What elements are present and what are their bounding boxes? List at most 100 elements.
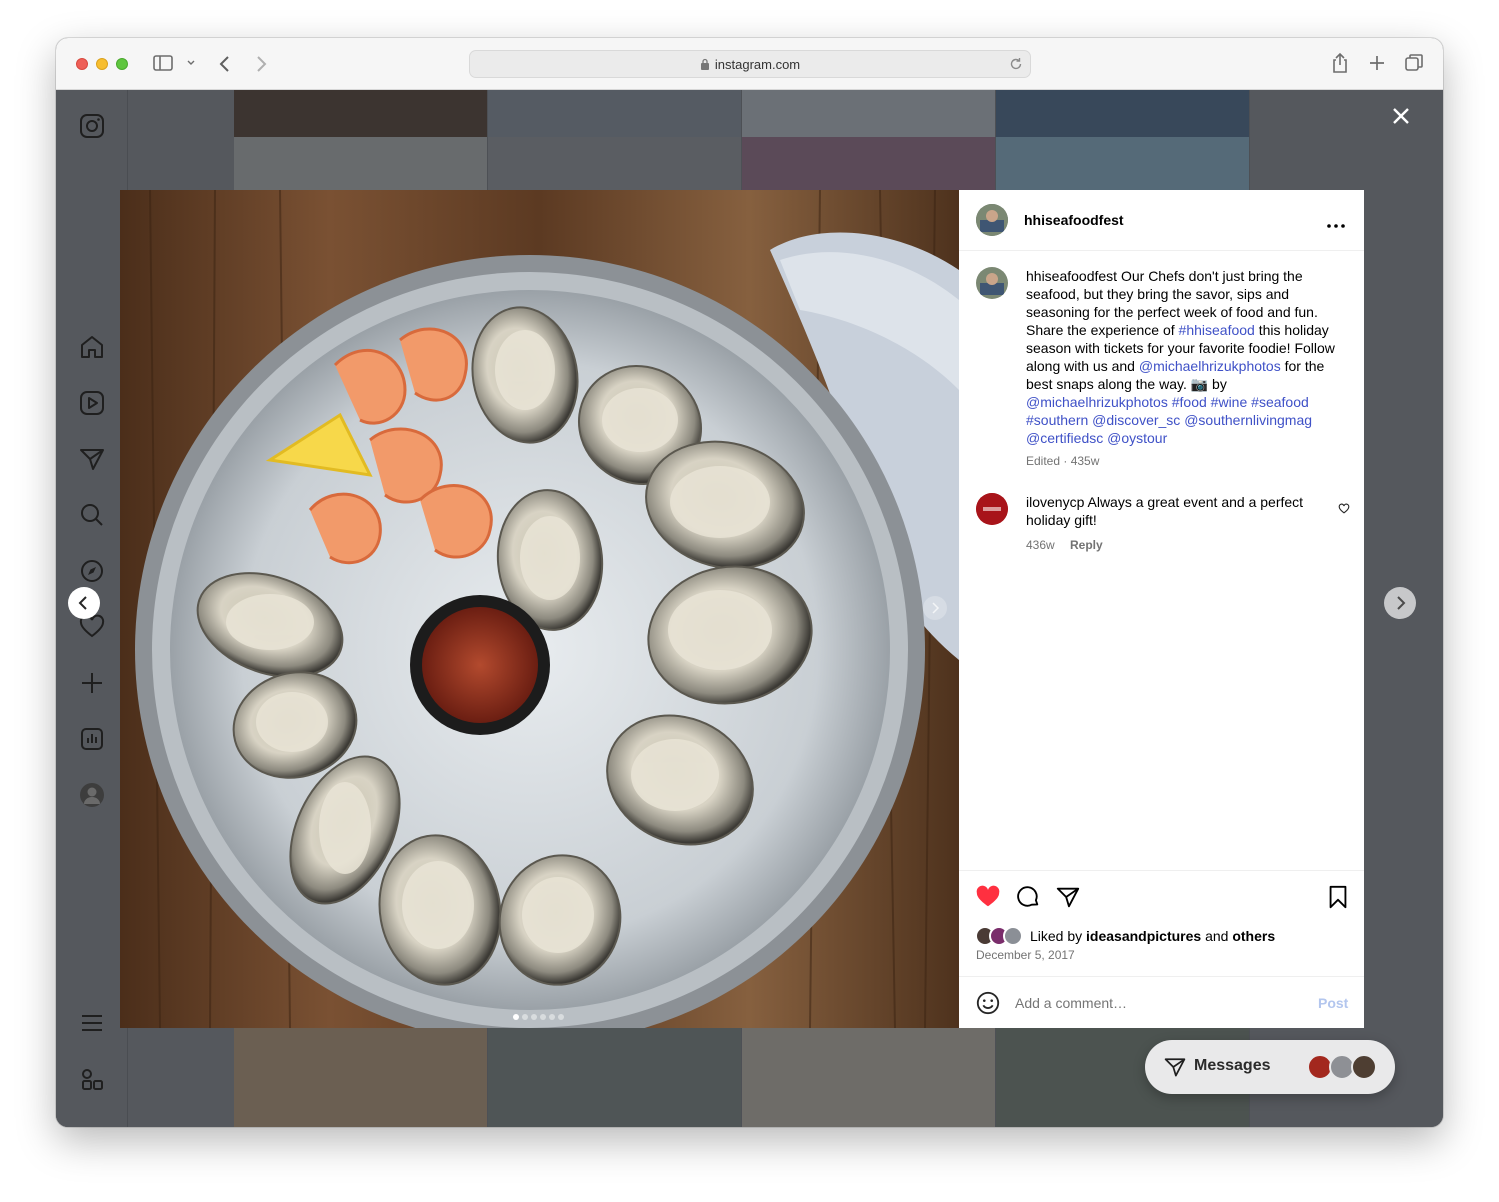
address-bar[interactable]: instagram.com — [469, 50, 1031, 78]
author-avatar[interactable] — [976, 204, 1008, 236]
caption-meta: Edited · 435w — [1026, 454, 1100, 468]
post-image[interactable] — [120, 190, 959, 1028]
post-comment-button[interactable]: Post — [1318, 995, 1348, 1011]
menu-icon[interactable] — [78, 1009, 106, 1037]
sidebar-toggle-icon[interactable] — [153, 54, 175, 75]
caption-text: Our Chefs don't just bring the seafood, … — [1026, 268, 1335, 446]
caption-link[interactable]: @michaelhrizukphotos — [1026, 394, 1168, 410]
home-icon[interactable] — [78, 333, 106, 361]
comment-icon[interactable] — [1015, 884, 1041, 915]
grid-tile[interactable] — [488, 90, 742, 137]
messages-nav-icon[interactable] — [78, 445, 106, 473]
author-username[interactable]: hhiseafoodfest — [1024, 211, 1124, 229]
commenter-avatar[interactable] — [976, 493, 1008, 525]
liker-avatar — [1003, 926, 1023, 946]
create-icon[interactable] — [78, 669, 106, 697]
close-window-button[interactable] — [76, 58, 88, 70]
image-next-icon[interactable] — [923, 596, 947, 620]
liked-and: and — [1201, 928, 1233, 944]
caption-link[interactable]: #hhiseafood — [1179, 322, 1255, 338]
heart-filled-icon[interactable] — [975, 884, 1001, 915]
caption-username[interactable]: hhiseafoodfest — [1026, 268, 1117, 284]
liked-user[interactable]: ideasandpictures — [1086, 928, 1201, 944]
carousel-dot-active — [513, 1014, 519, 1020]
apps-icon[interactable] — [78, 1065, 106, 1093]
grid-tile[interactable] — [488, 137, 742, 190]
messages-label: Messages — [1194, 1057, 1271, 1074]
liked-prefix: Liked by — [1030, 928, 1087, 944]
grid-tile[interactable] — [742, 1028, 996, 1127]
address-url: instagram.com — [470, 57, 1030, 72]
previous-post-button[interactable] — [68, 587, 100, 619]
search-icon[interactable] — [78, 501, 106, 529]
oyster-platter-illustration — [120, 190, 959, 1028]
caption-link[interactable]: #wine — [1211, 394, 1248, 410]
dashboard-icon[interactable] — [78, 725, 106, 753]
tab-overview-icon[interactable] — [1404, 53, 1424, 76]
comment-like-icon[interactable] — [1338, 502, 1350, 520]
grid-tile[interactable] — [742, 90, 996, 137]
carousel-dot — [549, 1014, 555, 1020]
comment-divider — [959, 976, 1364, 977]
paper-plane-icon — [1163, 1055, 1187, 1084]
grid-tile[interactable] — [234, 137, 488, 190]
message-avatar — [1351, 1054, 1377, 1080]
carousel-dot — [540, 1014, 546, 1020]
post-date: December 5, 2017 — [976, 948, 1075, 962]
grid-tile[interactable] — [488, 1028, 742, 1127]
liked-others[interactable]: others — [1232, 928, 1275, 944]
carousel-dot — [558, 1014, 564, 1020]
reels-icon[interactable] — [78, 389, 106, 417]
comment-text-block: ilovenycp Always a great event and a per… — [1026, 493, 1326, 529]
forward-icon[interactable] — [254, 54, 268, 77]
zoom-window-button[interactable] — [116, 58, 128, 70]
back-icon[interactable] — [218, 54, 232, 77]
liker-avatars[interactable] — [975, 926, 1031, 946]
comment-username[interactable]: ilovenycp — [1026, 494, 1084, 510]
post-details-panel: hhiseafoodfest hhiseafoodfest Our Chefs … — [959, 190, 1364, 1028]
grid-tile[interactable] — [996, 90, 1250, 137]
more-icon[interactable] — [1326, 216, 1346, 228]
grid-tile[interactable] — [234, 1028, 488, 1127]
caption-link[interactable]: @certifiedsc — [1026, 430, 1103, 446]
caption-link[interactable]: @oystour — [1107, 430, 1167, 446]
caption-link[interactable]: #seafood — [1251, 394, 1309, 410]
actions-divider — [959, 870, 1364, 871]
grid-tile[interactable] — [996, 137, 1250, 190]
caption-avatar[interactable] — [976, 267, 1008, 299]
comment-age: 436w — [1026, 538, 1055, 552]
paper-plane-icon[interactable] — [1055, 884, 1081, 915]
emoji-icon[interactable] — [975, 990, 1001, 1021]
instagram-logo-icon[interactable] — [78, 112, 106, 140]
share-icon[interactable] — [1330, 52, 1350, 77]
messages-pill[interactable]: Messages — [1145, 1040, 1395, 1094]
reload-icon[interactable] — [1008, 56, 1024, 75]
carousel-dot — [522, 1014, 528, 1020]
caption-link[interactable]: @michaelhrizukphotos — [1139, 358, 1281, 374]
caption-link[interactable]: #southern — [1026, 412, 1088, 428]
caption-link[interactable]: @southernlivingmag — [1184, 412, 1312, 428]
close-icon[interactable] — [1389, 104, 1413, 128]
carousel-dots — [513, 1007, 564, 1025]
chevron-down-icon[interactable] — [186, 55, 196, 74]
caption-link[interactable]: @discover_sc — [1092, 412, 1180, 428]
carousel-dot — [531, 1014, 537, 1020]
post-caption: hhiseafoodfest Our Chefs don't just brin… — [1026, 267, 1344, 447]
post-header: hhiseafoodfest — [959, 190, 1364, 251]
add-comment-input[interactable] — [1015, 993, 1305, 1013]
caption-link[interactable]: #food — [1172, 394, 1207, 410]
profile-avatar[interactable] — [78, 781, 106, 809]
browser-window: instagram.com hhiseafoodfest hhiseafoodf… — [56, 38, 1443, 1127]
url-text: instagram.com — [714, 57, 801, 72]
next-post-button[interactable] — [1384, 587, 1416, 619]
liked-by-text: Liked by ideasandpictures and others — [1030, 927, 1275, 945]
bookmark-icon[interactable] — [1325, 884, 1351, 915]
grid-tile[interactable] — [742, 137, 996, 190]
minimize-window-button[interactable] — [96, 58, 108, 70]
explore-icon[interactable] — [78, 557, 106, 585]
reply-link[interactable]: Reply — [1070, 538, 1103, 552]
lock-icon — [700, 58, 710, 70]
new-tab-icon[interactable] — [1368, 54, 1386, 75]
page-viewport: hhiseafoodfest hhiseafoodfest Our Chefs … — [56, 90, 1443, 1127]
grid-tile[interactable] — [234, 90, 488, 137]
